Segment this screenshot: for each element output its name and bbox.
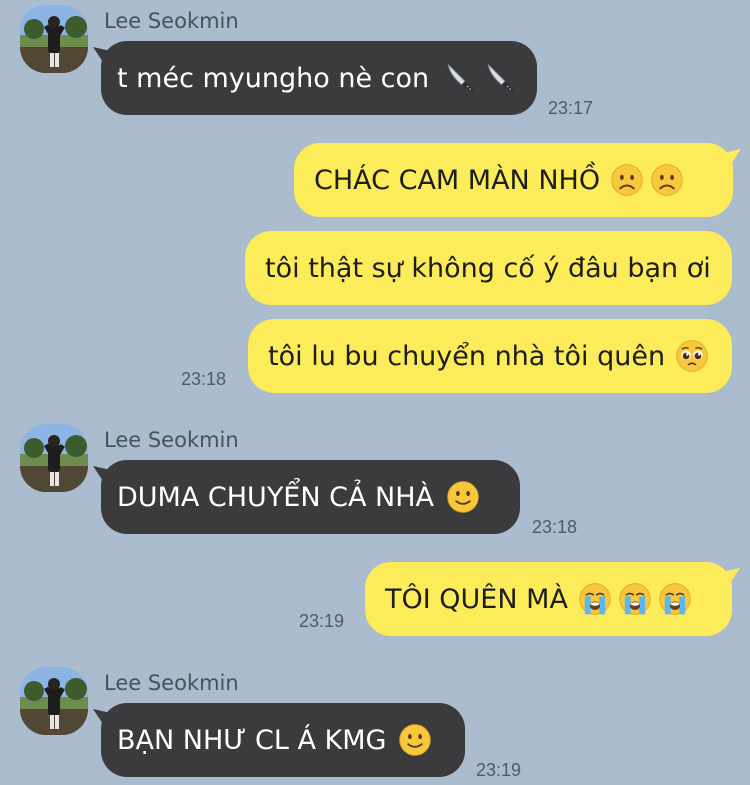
crying-face-icon xyxy=(658,582,692,616)
message-time: 23:17 xyxy=(548,98,594,118)
knife-icon xyxy=(443,61,477,95)
message-bubble-outgoing[interactable]: TÔI QUÊN MÀ xyxy=(365,562,740,636)
slightly-smiling-face-icon xyxy=(398,723,432,757)
bubble-tail xyxy=(93,709,113,727)
message-bubble-outgoing[interactable]: CHÁC CAM MÀN NHỒ xyxy=(294,143,741,217)
message-text: tôi lu bu chuyển nhà tôi quên xyxy=(268,340,666,372)
slightly-smiling-face-icon xyxy=(446,480,480,514)
message-text: t méc myungho nè con xyxy=(117,62,430,94)
message-text: DUMA CHUYỂN CẢ NHÀ xyxy=(117,481,435,513)
message-bubble-outgoing[interactable]: tôi thật sự không cố ý đâu bạn ơi xyxy=(245,231,732,305)
message-bubble-incoming[interactable]: DUMA CHUYỂN CẢ NHÀ xyxy=(93,460,520,534)
message-time: 23:19 xyxy=(299,611,345,631)
bubble-tail xyxy=(93,47,113,65)
message-bubble-incoming[interactable]: t méc myungho nè con xyxy=(93,41,537,115)
bubble-tail xyxy=(93,466,113,484)
pleading-face-icon xyxy=(675,339,709,373)
avatar[interactable] xyxy=(20,424,88,492)
avatar[interactable] xyxy=(20,667,88,735)
message-text: TÔI QUÊN MÀ xyxy=(385,583,568,615)
sender-name: Lee Seokmin xyxy=(104,428,239,452)
sender-name: Lee Seokmin xyxy=(104,9,239,33)
frowning-face-icon xyxy=(650,163,684,197)
bubble-tail xyxy=(721,149,741,167)
message-bubble-incoming[interactable]: BẠN NHƯ CL Á KMG xyxy=(93,703,465,777)
message-text: tôi thật sự không cố ý đâu bạn ơi xyxy=(265,252,711,284)
frowning-face-icon xyxy=(610,163,644,197)
message-time: 23:18 xyxy=(532,517,578,537)
message-bubble-outgoing[interactable]: tôi lu bu chuyển nhà tôi quên xyxy=(248,319,732,393)
avatar[interactable] xyxy=(20,5,88,73)
sender-name: Lee Seokmin xyxy=(104,671,239,695)
message-time: 23:18 xyxy=(181,369,227,389)
crying-face-icon xyxy=(618,582,652,616)
bubble-tail xyxy=(720,568,740,586)
message-text: CHÁC CAM MÀN NHỒ xyxy=(314,164,601,196)
message-text: BẠN NHƯ CL Á KMG xyxy=(117,724,387,756)
crying-face-icon xyxy=(578,582,612,616)
knife-icon xyxy=(483,61,517,95)
chat-thread: Lee Seokmin t méc myungho nè con 23:17 C… xyxy=(0,0,750,785)
message-time: 23:19 xyxy=(476,760,522,780)
